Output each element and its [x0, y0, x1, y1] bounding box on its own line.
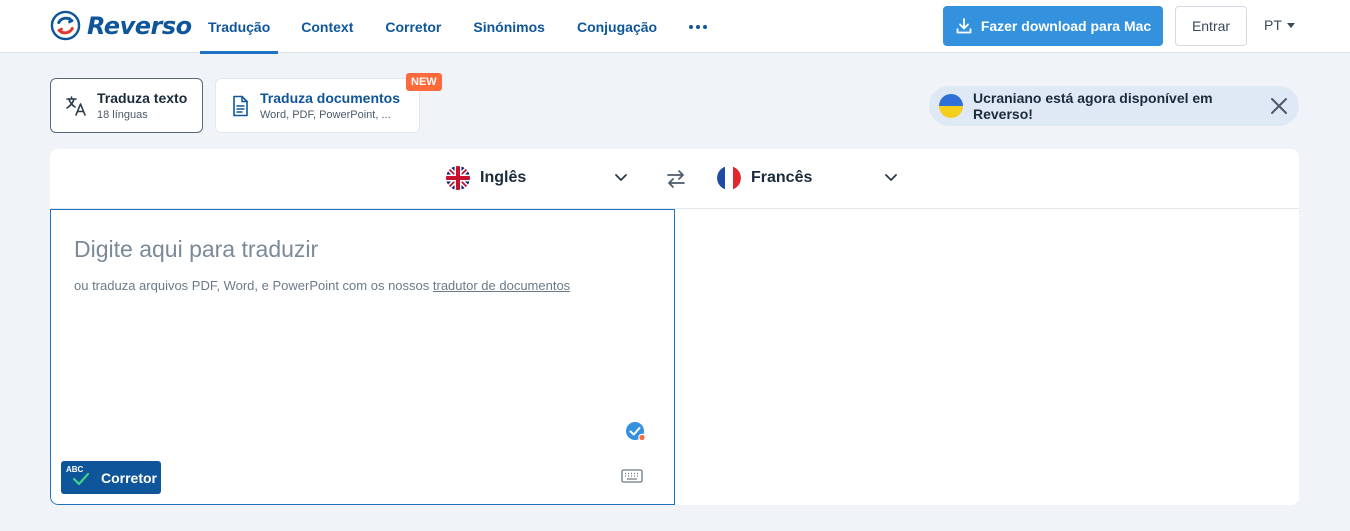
- source-language-label: Inglês: [480, 169, 527, 186]
- translate-icon: [66, 95, 86, 116]
- target-language-select[interactable]: Francês: [717, 166, 812, 190]
- corretor-button[interactable]: ABC Corretor: [61, 461, 161, 494]
- close-icon[interactable]: [1269, 96, 1289, 116]
- nav-conjugacao[interactable]: Conjugação: [569, 0, 673, 53]
- abc-check-icon: ABC: [66, 465, 96, 491]
- target-language-label: Francês: [751, 169, 813, 186]
- notice-text: Ucraniano está agora disponível em Rever…: [973, 90, 1213, 122]
- ukrainian-notice: Ucraniano está agora disponível em Rever…: [929, 86, 1299, 126]
- tab-translate-documents[interactable]: Traduza documentos Word, PDF, PowerPoint…: [215, 78, 420, 133]
- tab-translate-documents-title: Traduza documentos: [260, 90, 401, 106]
- keyboard-icon[interactable]: [621, 468, 643, 484]
- nav-context[interactable]: Context: [293, 0, 369, 53]
- document-hint: ou traduza arquivos PDF, Word, e PowerPo…: [74, 278, 570, 293]
- spellcheck-status-icon[interactable]: [625, 421, 647, 443]
- reverso-logo[interactable]: Reverso: [50, 10, 192, 41]
- translator-card: Inglês Francês Digite aqui para traduzir…: [50, 149, 1299, 505]
- download-label: Fazer download para Mac: [980, 18, 1152, 34]
- ui-language-select[interactable]: PT: [1264, 17, 1295, 33]
- chevron-down-icon[interactable]: [884, 173, 898, 183]
- source-language-select[interactable]: Inglês: [446, 166, 526, 190]
- document-translator-link[interactable]: tradutor de documentos: [433, 278, 570, 293]
- document-icon: [233, 95, 248, 116]
- new-badge: NEW: [406, 73, 442, 91]
- brand-name: Reverso: [87, 11, 192, 40]
- nav-sinonimos[interactable]: Sinónimos: [465, 0, 561, 53]
- tab-translate-text[interactable]: Traduza texto 18 línguas: [50, 78, 203, 133]
- source-text-area[interactable]: Digite aqui para traduzir ou traduza arq…: [50, 209, 675, 505]
- chevron-down-icon[interactable]: [614, 173, 628, 183]
- uk-flag-icon: [446, 166, 470, 190]
- document-hint-text: ou traduza arquivos PDF, Word, e PowerPo…: [74, 278, 433, 293]
- source-placeholder: Digite aqui para traduzir: [74, 236, 319, 262]
- caret-down-icon: [1286, 22, 1295, 28]
- france-flag-icon: [717, 166, 741, 190]
- download-mac-button[interactable]: Fazer download para Mac: [943, 6, 1163, 46]
- corretor-label: Corretor: [101, 469, 158, 486]
- main-nav: Tradução Context Corretor Sinónimos Conj…: [200, 0, 731, 54]
- nav-corretor[interactable]: Corretor: [377, 0, 457, 53]
- more-dots-icon[interactable]: [681, 0, 723, 53]
- login-button[interactable]: Entrar: [1175, 6, 1247, 46]
- language-bar: Inglês Francês: [50, 149, 1299, 209]
- tab-translate-documents-subtitle: Word, PDF, PowerPoint, ...: [260, 109, 391, 121]
- swap-languages-icon[interactable]: [665, 168, 687, 190]
- top-header: Reverso Tradução Context Corretor Sinóni…: [0, 0, 1350, 54]
- download-icon: [956, 18, 972, 34]
- reverso-logo-icon: [50, 10, 81, 41]
- nav-traducao[interactable]: Tradução: [200, 0, 279, 54]
- ui-language-code: PT: [1264, 17, 1282, 33]
- target-text-area: [675, 209, 1299, 505]
- tab-translate-text-subtitle: 18 línguas: [97, 109, 148, 121]
- tab-translate-text-title: Traduza texto: [97, 90, 188, 106]
- ukraine-flag-icon: [939, 94, 963, 118]
